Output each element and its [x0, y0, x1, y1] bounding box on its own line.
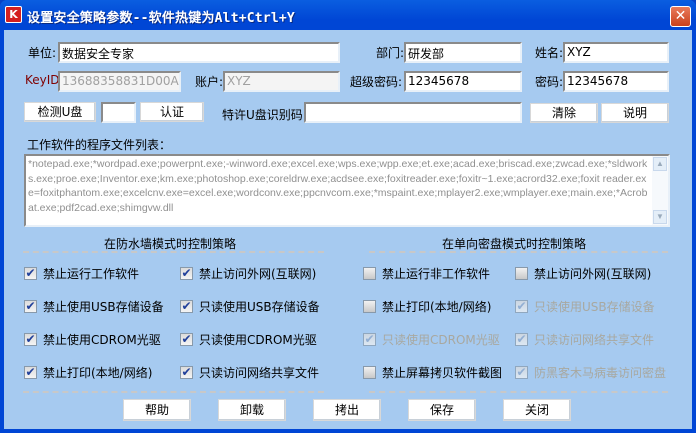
policy-checkbox[interactable]: 禁止屏幕拷贝软件截图	[363, 364, 502, 381]
policy-label: 禁止打印(本地/网络)	[382, 300, 492, 314]
unit-input[interactable]: 数据安全专家	[58, 42, 340, 63]
checkmark-icon: ✔	[24, 332, 37, 346]
detect-usb-button[interactable]: 检测U盘	[24, 102, 96, 122]
policy-label: 只读使用CDROM光驱	[199, 333, 317, 347]
window-title: 设置安全策略参数--软件热键为Alt+Ctrl+Y	[27, 11, 295, 26]
checkbox-empty-icon	[515, 267, 528, 280]
checkmark-icon: ✔	[24, 266, 37, 280]
account-label: 账户:	[195, 75, 224, 89]
policy-checkbox[interactable]: ✔ 禁止使用CDROM光驱	[24, 331, 161, 348]
policy-label: 禁止运行非工作软件	[382, 267, 491, 281]
divider	[369, 391, 668, 393]
export-button[interactable]: 拷出	[313, 399, 381, 421]
policy-checkbox: ✔ 只读访问网络共享文件	[515, 331, 654, 348]
policy-label: 禁止打印(本地/网络)	[43, 366, 153, 380]
title-bar[interactable]: K 设置安全策略参数--软件热键为Alt+Ctrl+Y ✕	[0, 0, 696, 30]
special-usb-input[interactable]	[304, 102, 522, 123]
dept-label: 部门:	[376, 46, 405, 60]
policy-label: 禁止使用CDROM光驱	[43, 333, 161, 347]
policy-label: 禁止访问外网(互联网)	[534, 267, 652, 281]
special-usb-label: 特许U盘识别码:	[222, 108, 307, 122]
account-input: XYZ	[223, 71, 340, 92]
checkmark-icon: ✔	[515, 365, 528, 379]
super-password-input[interactable]: 12345678	[404, 71, 522, 92]
divider	[23, 251, 324, 253]
policy-checkbox[interactable]: 禁止打印(本地/网络)	[363, 298, 491, 315]
policy-checkbox[interactable]: ✔ 只读使用USB存储设备	[180, 298, 320, 315]
app-logo-icon: K	[5, 6, 22, 23]
policy-checkbox: ✔ 只读使用CDROM光驱	[363, 331, 500, 348]
policy-label: 只读使用USB存储设备	[199, 300, 320, 314]
checkmark-icon: ✔	[180, 332, 193, 346]
close-icon[interactable]: ✕	[670, 6, 691, 27]
firewall-section-title: 在防水墙模式时控制策略	[104, 237, 237, 251]
scroll-up-icon[interactable]: ▲	[653, 157, 667, 171]
keyid-input: 13688358831D00A	[58, 71, 181, 92]
checkmark-icon: ✔	[24, 299, 37, 313]
dept-input[interactable]: 研发部	[404, 42, 522, 63]
divider	[369, 251, 668, 253]
policy-checkbox[interactable]: 禁止运行非工作软件	[363, 265, 490, 282]
name-input[interactable]: XYZ	[563, 42, 669, 63]
clear-button[interactable]: 清除	[530, 103, 598, 123]
policy-label: 只读访问网络共享文件	[534, 333, 655, 347]
explain-button[interactable]: 说明	[601, 103, 669, 123]
unit-label: 单位:	[28, 46, 57, 60]
close-button[interactable]: 关闭	[503, 399, 571, 421]
checkmark-icon: ✔	[363, 332, 376, 346]
checkbox-empty-icon	[363, 267, 376, 280]
program-list-label: 工作软件的程序文件列表：	[27, 138, 172, 152]
policy-label: 禁止访问外网(互联网)	[199, 267, 317, 281]
checkbox-empty-icon	[363, 300, 376, 313]
checkmark-icon: ✔	[180, 266, 193, 280]
policy-checkbox[interactable]: ✔ 只读使用CDROM光驱	[180, 331, 317, 348]
policy-checkbox[interactable]: 禁止访问外网(互联网)	[515, 265, 651, 282]
policy-checkbox[interactable]: ✔ 禁止使用USB存储设备	[24, 298, 164, 315]
auth-button[interactable]: 认证	[140, 102, 204, 122]
usb-code-input[interactable]	[101, 102, 136, 123]
password-input[interactable]: 12345678	[563, 71, 669, 92]
password-label: 密码:	[535, 75, 564, 89]
help-button[interactable]: 帮助	[123, 399, 191, 421]
policy-label: 防黑客木马病毒访问密盘	[534, 366, 667, 380]
checkmark-icon: ✔	[180, 365, 193, 379]
policy-label: 只读使用CDROM光驱	[382, 333, 500, 347]
super-password-label: 超级密码:	[350, 75, 403, 89]
policy-label: 禁止运行工作软件	[43, 267, 140, 281]
checkmark-icon: ✔	[24, 365, 37, 379]
checkmark-icon: ✔	[180, 299, 193, 313]
policy-label: 禁止使用USB存储设备	[43, 300, 164, 314]
policy-checkbox: ✔ 防黑客木马病毒访问密盘	[515, 364, 666, 381]
checkmark-icon: ✔	[515, 299, 528, 313]
oneway-section-title: 在单向密盘模式时控制策略	[442, 237, 587, 251]
checkmark-icon: ✔	[515, 332, 528, 346]
uninstall-button[interactable]: 卸载	[218, 399, 286, 421]
save-button[interactable]: 保存	[408, 399, 476, 421]
checkbox-empty-icon	[363, 366, 376, 379]
name-label: 姓名:	[535, 46, 564, 60]
scroll-down-icon[interactable]: ▼	[653, 210, 667, 224]
client-area: 单位: 数据安全专家 部门: 研发部 姓名: XYZ KeyID: 136883…	[4, 30, 692, 429]
divider	[23, 391, 324, 393]
policy-checkbox[interactable]: ✔ 禁止访问外网(互联网)	[180, 265, 316, 282]
policy-checkbox[interactable]: ✔ 禁止打印(本地/网络)	[24, 364, 152, 381]
policy-label: 禁止屏幕拷贝软件截图	[382, 366, 503, 380]
program-list-textarea[interactable]: *notepad.exe;*wordpad.exe;powerpnt.exe;-…	[24, 154, 670, 227]
policy-label: 只读访问网络共享文件	[199, 366, 320, 380]
policy-checkbox[interactable]: ✔ 禁止运行工作软件	[24, 265, 139, 282]
scrollbar[interactable]: ▲ ▼	[652, 156, 668, 225]
policy-label: 只读使用USB存储设备	[534, 300, 655, 314]
program-list-text: *notepad.exe;*wordpad.exe;powerpnt.exe;-…	[28, 158, 648, 214]
dialog-window: K 设置安全策略参数--软件热键为Alt+Ctrl+Y ✕ 单位: 数据安全专家…	[0, 0, 696, 433]
policy-checkbox: ✔ 只读使用USB存储设备	[515, 298, 655, 315]
policy-checkbox[interactable]: ✔ 只读访问网络共享文件	[180, 364, 319, 381]
